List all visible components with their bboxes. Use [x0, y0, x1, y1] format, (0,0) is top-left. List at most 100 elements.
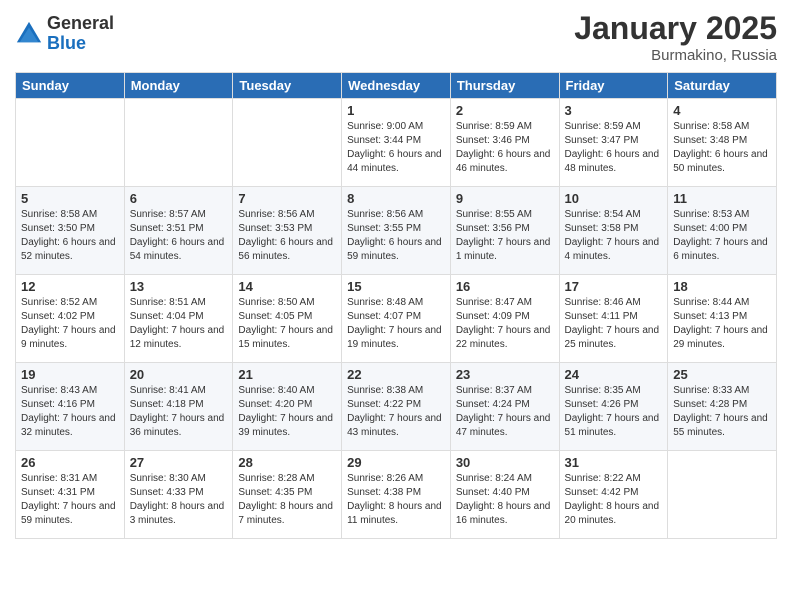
- logo-blue: Blue: [47, 34, 114, 54]
- day-number: 20: [130, 367, 228, 382]
- day-number: 5: [21, 191, 119, 206]
- day-number: 11: [673, 191, 771, 206]
- day-info: Sunrise: 8:59 AMSunset: 3:46 PMDaylight:…: [456, 120, 554, 176]
- calendar-cell: 25 Sunrise: 8:33 AMSunset: 4:28 PMDayligh…: [668, 363, 777, 451]
- calendar-cell: 5 Sunrise: 8:58 AMSunset: 3:50 PMDaylight…: [16, 187, 125, 275]
- calendar-cell: 20Sunrise: 8:41 AMSunset: 4:18 PMDayligh…: [124, 363, 233, 451]
- calendar-week-3: 12 Sunrise: 8:52 AMSunset: 4:02 PMDayligh…: [16, 275, 777, 363]
- day-info: Sunrise: 8:58 AMSunset: 3:50 PMDaylight:…: [21, 208, 119, 264]
- day-info: Sunrise: 8:58 AMSunset: 3:48 PMDaylight:…: [673, 120, 771, 176]
- calendar-cell: 1Sunrise: 9:00 AMSunset: 3:44 PMDaylight…: [342, 99, 451, 187]
- day-number: 14: [238, 279, 336, 294]
- weekday-header-wednesday: Wednesday: [342, 73, 451, 99]
- day-number: 13: [130, 279, 228, 294]
- calendar-cell: 4 Sunrise: 8:58 AMSunset: 3:48 PMDaylight…: [668, 99, 777, 187]
- calendar-cell: 29 Sunrise: 8:26 AMSunset: 4:38 PMDayligh…: [342, 451, 451, 539]
- calendar-cell: 10 Sunrise: 8:54 AMSunset: 3:58 PMDayligh…: [559, 187, 668, 275]
- day-info: Sunrise: 8:57 AMSunset: 3:51 PMDaylight:…: [130, 208, 228, 264]
- calendar-cell: 22 Sunrise: 8:38 AMSunset: 4:22 PMDayligh…: [342, 363, 451, 451]
- calendar-cell: 6 Sunrise: 8:57 AMSunset: 3:51 PMDaylight…: [124, 187, 233, 275]
- calendar-cell: 27 Sunrise: 8:30 AMSunset: 4:33 PMDayligh…: [124, 451, 233, 539]
- logo-general: General: [47, 14, 114, 34]
- day-info: Sunrise: 8:22 AMSunset: 4:42 PMDaylight:…: [565, 472, 663, 528]
- calendar-week-5: 26Sunrise: 8:31 AMSunset: 4:31 PMDayligh…: [16, 451, 777, 539]
- day-info: Sunrise: 8:59 AMSunset: 3:47 PMDaylight:…: [565, 120, 663, 176]
- calendar-cell: 23 Sunrise: 8:37 AMSunset: 4:24 PMDayligh…: [450, 363, 559, 451]
- calendar-cell: 21Sunrise: 8:40 AMSunset: 4:20 PMDayligh…: [233, 363, 342, 451]
- month-title: January 2025: [574, 10, 777, 47]
- calendar-cell: [668, 451, 777, 539]
- day-info: Sunrise: 8:26 AMSunset: 4:38 PMDaylight:…: [347, 472, 445, 528]
- calendar-cell: [233, 99, 342, 187]
- calendar-cell: 17Sunrise: 8:46 AMSunset: 4:11 PMDayligh…: [559, 275, 668, 363]
- day-number: 4: [673, 103, 771, 118]
- day-info: Sunrise: 8:46 AMSunset: 4:11 PMDaylight:…: [565, 296, 663, 352]
- day-number: 30: [456, 455, 554, 470]
- calendar-cell: 3 Sunrise: 8:59 AMSunset: 3:47 PMDaylight…: [559, 99, 668, 187]
- calendar-cell: 8 Sunrise: 8:56 AMSunset: 3:55 PMDaylight…: [342, 187, 451, 275]
- weekday-header-row: SundayMondayTuesdayWednesdayThursdayFrid…: [16, 73, 777, 99]
- weekday-header-monday: Monday: [124, 73, 233, 99]
- day-number: 6: [130, 191, 228, 206]
- weekday-header-sunday: Sunday: [16, 73, 125, 99]
- calendar-cell: [16, 99, 125, 187]
- day-number: 7: [238, 191, 336, 206]
- day-number: 19: [21, 367, 119, 382]
- logo-icon: [15, 20, 43, 48]
- calendar-cell: 14 Sunrise: 8:50 AMSunset: 4:05 PMDayligh…: [233, 275, 342, 363]
- day-info: Sunrise: 8:30 AMSunset: 4:33 PMDaylight:…: [130, 472, 228, 528]
- day-number: 23: [456, 367, 554, 382]
- header: General Blue January 2025 Burmakino, Rus…: [15, 10, 777, 64]
- calendar-cell: 30 Sunrise: 8:24 AMSunset: 4:40 PMDayligh…: [450, 451, 559, 539]
- day-number: 10: [565, 191, 663, 206]
- day-number: 9: [456, 191, 554, 206]
- calendar-cell: 18Sunrise: 8:44 AMSunset: 4:13 PMDayligh…: [668, 275, 777, 363]
- calendar-cell: 24Sunrise: 8:35 AMSunset: 4:26 PMDayligh…: [559, 363, 668, 451]
- location: Burmakino, Russia: [574, 47, 777, 64]
- day-number: 3: [565, 103, 663, 118]
- page: General Blue January 2025 Burmakino, Rus…: [0, 0, 792, 612]
- day-number: 8: [347, 191, 445, 206]
- day-info: Sunrise: 8:28 AMSunset: 4:35 PMDaylight:…: [238, 472, 336, 528]
- calendar-cell: 12 Sunrise: 8:52 AMSunset: 4:02 PMDayligh…: [16, 275, 125, 363]
- day-number: 1: [347, 103, 445, 118]
- calendar-table: SundayMondayTuesdayWednesdayThursdayFrid…: [15, 72, 777, 539]
- day-info: Sunrise: 8:54 AMSunset: 3:58 PMDaylight:…: [565, 208, 663, 264]
- calendar-cell: 9Sunrise: 8:55 AMSunset: 3:56 PMDaylight…: [450, 187, 559, 275]
- calendar-cell: 2Sunrise: 8:59 AMSunset: 3:46 PMDaylight…: [450, 99, 559, 187]
- day-number: 22: [347, 367, 445, 382]
- calendar-cell: 11 Sunrise: 8:53 AMSunset: 4:00 PMDayligh…: [668, 187, 777, 275]
- day-info: Sunrise: 8:38 AMSunset: 4:22 PMDaylight:…: [347, 384, 445, 440]
- day-number: 26: [21, 455, 119, 470]
- calendar-cell: 28Sunrise: 8:28 AMSunset: 4:35 PMDayligh…: [233, 451, 342, 539]
- day-info: Sunrise: 8:24 AMSunset: 4:40 PMDaylight:…: [456, 472, 554, 528]
- weekday-header-tuesday: Tuesday: [233, 73, 342, 99]
- day-number: 12: [21, 279, 119, 294]
- day-number: 29: [347, 455, 445, 470]
- day-number: 31: [565, 455, 663, 470]
- day-info: Sunrise: 8:37 AMSunset: 4:24 PMDaylight:…: [456, 384, 554, 440]
- calendar-week-1: 1Sunrise: 9:00 AMSunset: 3:44 PMDaylight…: [16, 99, 777, 187]
- day-number: 25: [673, 367, 771, 382]
- calendar-cell: [124, 99, 233, 187]
- day-info: Sunrise: 8:43 AMSunset: 4:16 PMDaylight:…: [21, 384, 119, 440]
- day-info: Sunrise: 8:52 AMSunset: 4:02 PMDaylight:…: [21, 296, 119, 352]
- weekday-header-saturday: Saturday: [668, 73, 777, 99]
- day-info: Sunrise: 8:50 AMSunset: 4:05 PMDaylight:…: [238, 296, 336, 352]
- day-info: Sunrise: 8:48 AMSunset: 4:07 PMDaylight:…: [347, 296, 445, 352]
- calendar-cell: 16Sunrise: 8:47 AMSunset: 4:09 PMDayligh…: [450, 275, 559, 363]
- title-block: January 2025 Burmakino, Russia: [574, 10, 777, 64]
- day-number: 18: [673, 279, 771, 294]
- day-info: Sunrise: 8:56 AMSunset: 3:53 PMDaylight:…: [238, 208, 336, 264]
- day-number: 24: [565, 367, 663, 382]
- day-info: Sunrise: 8:53 AMSunset: 4:00 PMDaylight:…: [673, 208, 771, 264]
- calendar-cell: 19 Sunrise: 8:43 AMSunset: 4:16 PMDayligh…: [16, 363, 125, 451]
- day-info: Sunrise: 8:47 AMSunset: 4:09 PMDaylight:…: [456, 296, 554, 352]
- calendar-week-2: 5 Sunrise: 8:58 AMSunset: 3:50 PMDaylight…: [16, 187, 777, 275]
- day-info: Sunrise: 8:56 AMSunset: 3:55 PMDaylight:…: [347, 208, 445, 264]
- day-number: 15: [347, 279, 445, 294]
- day-info: Sunrise: 8:33 AMSunset: 4:28 PMDaylight:…: [673, 384, 771, 440]
- logo-text: General Blue: [47, 14, 114, 54]
- day-number: 27: [130, 455, 228, 470]
- calendar-cell: 7 Sunrise: 8:56 AMSunset: 3:53 PMDaylight…: [233, 187, 342, 275]
